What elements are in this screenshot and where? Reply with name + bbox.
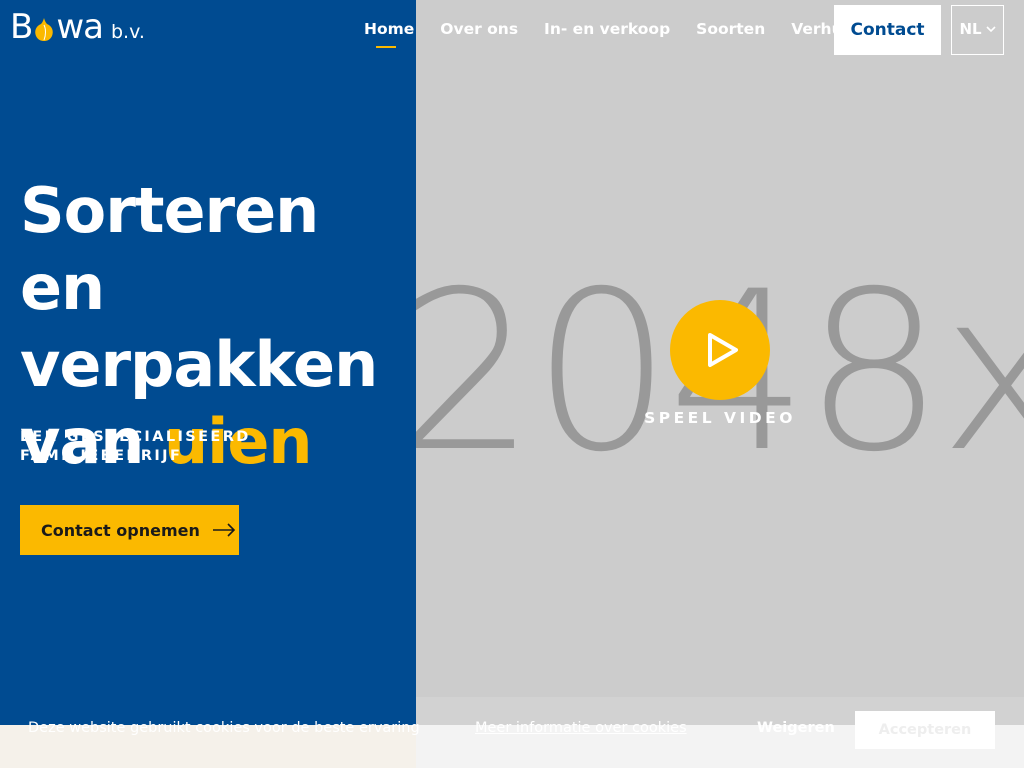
contact-cta-button[interactable]: Contact opnemen [20, 505, 239, 555]
nav-item-home[interactable]: Home [364, 20, 414, 48]
play-video-button[interactable] [670, 300, 770, 400]
contact-button[interactable]: Contact [834, 5, 941, 55]
cookie-accept-label: Accepteren [878, 722, 972, 738]
logo-suffix: b.v. [110, 21, 145, 43]
nav-item-soorten[interactable]: Soorten [696, 20, 765, 38]
cookie-decline-button[interactable]: Weigeren [757, 720, 835, 736]
site-header: B wa b.v. Home Over ons In- en verkoop S… [0, 0, 1024, 60]
logo[interactable]: B wa b.v. [10, 10, 145, 44]
hero-title-line-2: verpakken [20, 328, 378, 401]
play-icon [708, 333, 738, 367]
logo-letter: B [10, 7, 33, 47]
cookie-banner: Deze website gebruikt cookies voor de be… [0, 697, 1024, 768]
arrow-right-icon [212, 523, 236, 537]
onion-icon [35, 18, 54, 41]
main-nav: Home Over ons In- en verkoop Soorten Ver… [364, 20, 887, 48]
cookie-text: Deze website gebruikt cookies voor de be… [28, 720, 420, 736]
language-label: NL [959, 20, 982, 38]
nav-item-in-en-verkoop[interactable]: In- en verkoop [544, 20, 670, 38]
play-video-label[interactable]: SPEEL VIDEO [620, 409, 820, 427]
language-selector[interactable]: NL [951, 5, 1004, 55]
cookie-info-link[interactable]: Meer informatie over cookies [475, 720, 687, 736]
hero-subtitle: EEN GESPECIALISEERD FAMILIEBEDRIJF [20, 429, 251, 464]
logo-letters: wa [56, 7, 104, 47]
nav-item-over-ons[interactable]: Over ons [440, 20, 518, 38]
chevron-down-icon [985, 26, 996, 33]
cookie-accept-button[interactable]: Accepteren [855, 711, 995, 749]
hero-title-line-1: Sorteren en [20, 174, 319, 324]
cta-label: Contact opnemen [41, 520, 200, 540]
